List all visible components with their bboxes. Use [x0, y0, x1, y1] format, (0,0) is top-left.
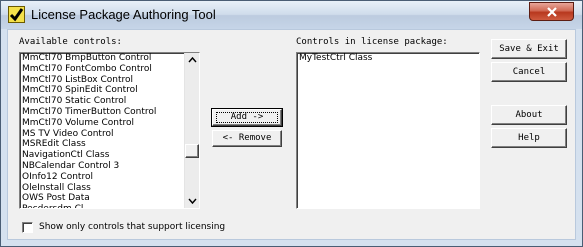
package-controls-label: Controls in license package:	[296, 37, 448, 47]
available-controls-list[interactable]: MmCtl70 BmpButton Control MmCtl70 FontCom…	[19, 52, 200, 209]
list-item[interactable]: NavigationCtl Class	[20, 150, 199, 161]
list-item[interactable]: MSREdit Class	[20, 139, 199, 150]
save-exit-button[interactable]: Save & Exit	[491, 39, 567, 59]
licensing-filter-label[interactable]: Show only controls that support licensin…	[39, 222, 225, 232]
available-controls-scrollbar[interactable]	[184, 53, 199, 208]
list-item[interactable]: Pecdersdm Cl...	[20, 204, 199, 208]
checkmark-icon	[8, 6, 25, 23]
add-button-label: Add ->	[230, 112, 264, 122]
package-controls-items: MyTestCtrl Class	[297, 53, 479, 64]
list-item[interactable]: OInfo12 Control	[20, 172, 199, 183]
licensing-filter-checkbox[interactable]	[22, 222, 33, 233]
window-title: License Package Authoring Tool	[31, 7, 216, 22]
list-item[interactable]: OleInstall Class	[20, 183, 199, 194]
about-button[interactable]: About	[491, 105, 567, 125]
add-button[interactable]: Add ->	[211, 108, 283, 127]
list-item[interactable]: MmCtl70 Volume Control	[20, 118, 199, 129]
list-item[interactable]: MmCtl70 ListBox Control	[20, 75, 199, 86]
list-item[interactable]: MyTestCtrl Class	[297, 53, 479, 64]
close-button[interactable]	[529, 2, 574, 21]
dialog-body: Available controls: MmCtl70 BmpButton Co…	[7, 29, 576, 240]
list-item[interactable]: MmCtl70 Static Control	[20, 96, 199, 107]
list-item[interactable]: NBCalendar Control 3	[20, 161, 199, 172]
list-item[interactable]: MmCtl70 FontCombo Control	[20, 64, 199, 75]
about-button-label: About	[515, 110, 543, 120]
package-controls-list[interactable]: MyTestCtrl Class	[296, 52, 480, 209]
list-item[interactable]: MmCtl70 SpinEdit Control	[20, 85, 199, 96]
remove-button-label: <- Remove	[222, 133, 272, 143]
cancel-button-label: Cancel	[512, 67, 546, 77]
scroll-thumb[interactable]	[185, 144, 199, 158]
help-button-label: Help	[518, 133, 540, 143]
list-item[interactable]: OWS Post Data	[20, 193, 199, 204]
title-bar[interactable]: License Package Authoring Tool	[1, 1, 582, 29]
save-exit-button-label: Save & Exit	[499, 44, 559, 54]
list-item[interactable]: MmCtl70 BmpButton Control	[20, 53, 199, 64]
list-item[interactable]: MmCtl70 TimerButton Control	[20, 107, 199, 118]
dialog-window: License Package Authoring Tool Available…	[0, 0, 583, 247]
cancel-button[interactable]: Cancel	[491, 62, 567, 82]
remove-button[interactable]: <- Remove	[212, 130, 282, 147]
help-button[interactable]: Help	[491, 128, 567, 148]
available-controls-items: MmCtl70 BmpButton Control MmCtl70 FontCom…	[20, 53, 199, 208]
scroll-down-arrow-icon[interactable]	[185, 194, 199, 208]
scroll-up-arrow-icon[interactable]	[185, 53, 199, 67]
list-item[interactable]: MS TV Video Control	[20, 129, 199, 140]
available-controls-label: Available controls:	[19, 37, 122, 47]
close-icon	[547, 7, 557, 17]
